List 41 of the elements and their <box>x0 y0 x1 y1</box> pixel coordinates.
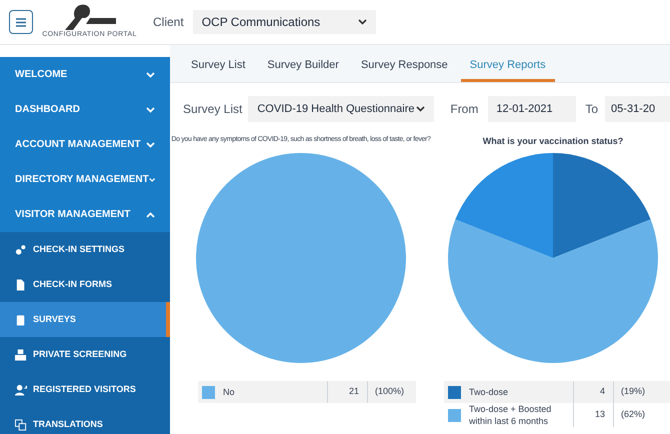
sidebar-subitem[interactable]: SURVEYS <box>0 302 170 337</box>
tab[interactable]: Survey Reports <box>460 52 555 82</box>
survey-list-label: Survey List <box>183 101 242 118</box>
legend-label: No <box>223 386 235 398</box>
table-cell-text: (62%) <box>620 408 646 422</box>
tab[interactable]: Survey Builder <box>258 52 348 82</box>
chevron-down-icon <box>146 72 155 78</box>
clipboard-icon <box>15 314 27 326</box>
chevron-down-icon <box>146 106 155 112</box>
tab[interactable]: Survey List <box>182 52 254 82</box>
chevron-down-icon <box>146 142 155 148</box>
file-icon <box>15 278 27 290</box>
chart-title: What is your vaccination status? <box>482 135 624 148</box>
from-date-field[interactable]: 12-01-2021 <box>488 96 576 122</box>
chevron-down-icon <box>358 19 367 25</box>
table-cell: 13 <box>574 403 614 427</box>
chevron-down-icon <box>148 176 155 182</box>
menu-icon <box>16 18 26 26</box>
sidebar-subitem[interactable]: REGISTERED VISITORS <box>0 372 170 407</box>
sidebar-subitem[interactable]: CHECK-IN SETTINGS <box>0 232 170 267</box>
client-select[interactable]: OCP Communications <box>192 10 376 34</box>
to-date-field[interactable]: 05-31-20 <box>605 96 670 122</box>
sidebar-subitem[interactable]: CHECK-IN FORMS <box>0 267 170 302</box>
client-label: Client <box>153 14 184 31</box>
menu-button[interactable] <box>9 10 33 34</box>
sidebar-subitem[interactable]: TRANSLATIONS <box>0 407 170 434</box>
legend-label: Two-dose + Boosted within last 6 months <box>469 403 552 427</box>
table-cell: 21 <box>328 381 368 403</box>
people-icon <box>15 348 27 360</box>
survey-select[interactable]: COVID-19 Health Questionnaire <box>248 96 434 122</box>
chevron-up-icon <box>146 212 155 218</box>
table-cell-text: (100%) <box>374 385 406 398</box>
translate-icon <box>15 418 27 430</box>
user-plus-icon <box>15 384 27 396</box>
sidebar-subitem[interactable]: PRIVATE SCREENING <box>0 337 170 372</box>
chevron-down-icon <box>416 106 426 112</box>
legend-label: Two-dose <box>469 386 508 398</box>
to-label: To <box>585 101 598 118</box>
from-label: From <box>450 101 478 118</box>
tab[interactable]: Survey Response <box>352 52 457 82</box>
table-cell-text: (19%) <box>620 385 646 398</box>
